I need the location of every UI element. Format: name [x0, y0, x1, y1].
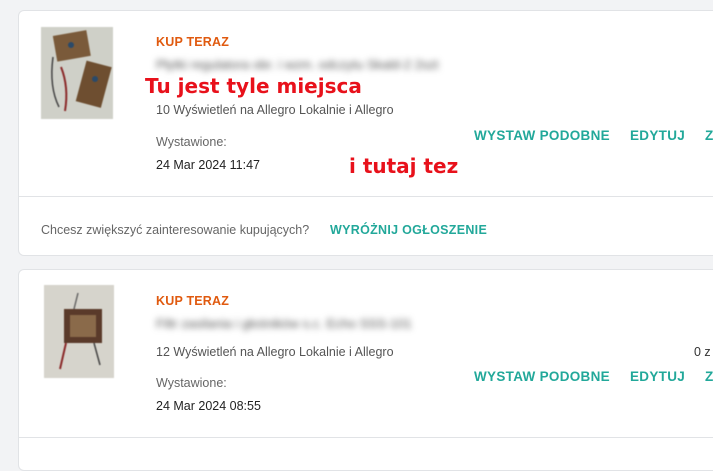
quantity-sold: 0 z — [694, 345, 711, 359]
listed-label: Wystawione: — [156, 376, 227, 390]
promo-question: Chcesz zwiększyć zainteresowanie kupując… — [41, 223, 310, 237]
list-similar-button[interactable]: WYSTAW PODOBNE — [474, 128, 610, 143]
product-thumbnail[interactable] — [44, 285, 114, 378]
end-listing-button[interactable]: ZA — [705, 369, 713, 384]
buy-now-badge: KUP TERAZ — [156, 35, 230, 49]
end-listing-button[interactable]: ZA — [705, 128, 713, 143]
listed-date: 24 Mar 2024 11:47 — [156, 158, 261, 172]
annotation-note: i tutaj tez — [349, 154, 459, 178]
listing-title[interactable]: Płytki regulatora obr. i wzm. odczytu Sk… — [156, 57, 439, 72]
annotation-note: Tu jest tyle miejsca — [145, 74, 362, 98]
listing-card: KUP TERAZ Płytki regulatora obr. i wzm. … — [18, 10, 713, 256]
views-count: 10 Wyświetleń na Allegro Lokalnie i Alle… — [156, 103, 394, 117]
product-thumbnail[interactable] — [41, 27, 113, 119]
divider — [19, 437, 713, 438]
edit-button[interactable]: EDYTUJ — [630, 128, 685, 143]
list-similar-button[interactable]: WYSTAW PODOBNE — [474, 369, 610, 384]
edit-button[interactable]: EDYTUJ — [630, 369, 685, 384]
views-count: 12 Wyświetleń na Allegro Lokalnie i Alle… — [156, 345, 394, 359]
listed-date: 24 Mar 2024 08:55 — [156, 399, 261, 413]
divider — [19, 196, 713, 197]
listing-card: KUP TERAZ Filtr zasilania i głośników s.… — [18, 269, 713, 471]
listing-title[interactable]: Filtr zasilania i głośników s.c. Echo SS… — [156, 316, 412, 331]
promote-listing-button[interactable]: WYRÓŻNIJ OGŁOSZENIE — [330, 223, 487, 237]
listed-label: Wystawione: — [156, 135, 227, 149]
buy-now-badge: KUP TERAZ — [156, 294, 230, 308]
